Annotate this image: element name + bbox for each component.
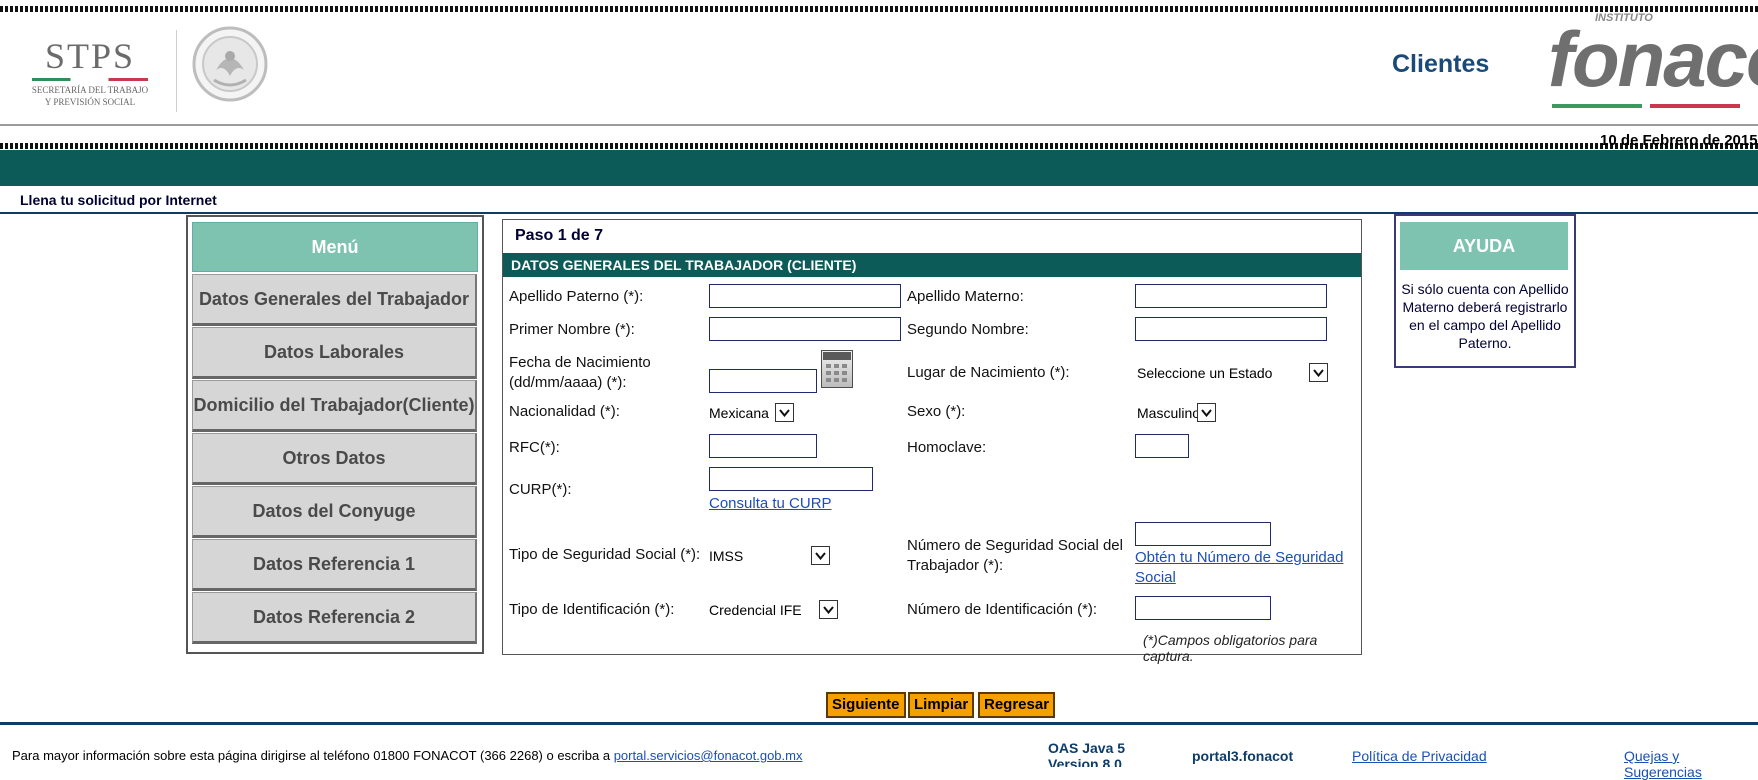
required-fields-note: (*)Campos obligatorios para captura.	[1143, 632, 1318, 664]
step-indicator: Paso 1 de 7	[515, 227, 604, 244]
primer-nombre-input[interactable]	[709, 317, 901, 341]
fonacot-logo-stripes	[1552, 104, 1740, 108]
footer-info-text: Para mayor información sobre esta página…	[12, 748, 614, 763]
fecha-nacimiento-label: Fecha de Nacimiento	[509, 354, 651, 371]
homoclave-label: Homoclave:	[907, 439, 987, 456]
menu-item-otros-datos[interactable]: Otros Datos	[192, 433, 477, 485]
menu-item-domicilio[interactable]: Domicilio del Trabajador(Cliente)	[192, 380, 477, 432]
lugar-nacimiento-select[interactable]: Seleccione un Estado	[1137, 363, 1272, 383]
num-seguridad-label: Número de Seguridad Social del	[907, 537, 1123, 554]
help-panel: AYUDA Si sólo cuenta con Apellido Matern…	[1394, 214, 1576, 368]
rfc-label: RFC(*):	[509, 439, 560, 456]
sexo-label: Sexo (*):	[907, 403, 966, 420]
rfc-input[interactable]	[709, 434, 817, 458]
segundo-nombre-input[interactable]	[1135, 317, 1327, 341]
oas-version: OAS Java 5 Version 8.0	[1048, 740, 1126, 767]
footer-info: Para mayor información sobre esta página…	[12, 748, 802, 763]
menu-heading: Menú	[192, 222, 478, 272]
tipo-identificacion-label: Tipo de Identificación (*):	[509, 601, 675, 618]
num-identificacion-input[interactable]	[1135, 596, 1271, 620]
nacionalidad-label: Nacionalidad (*):	[509, 403, 620, 420]
curp-label: CURP(*):	[509, 481, 572, 498]
tipo-seguridad-select[interactable]: IMSS	[709, 546, 743, 566]
section-header: DATOS GENERALES DEL TRABAJADOR (CLIENTE)	[503, 253, 1361, 277]
complaints-link[interactable]: Quejas y Sugerencias	[1624, 748, 1758, 780]
header-top-border	[0, 6, 1758, 12]
obten-nss-link[interactable]: Obtén tu Número de Seguridad	[1135, 548, 1343, 568]
curp-input[interactable]	[709, 467, 873, 491]
lugar-nacimiento-label: Lugar de Nacimiento (*):	[907, 364, 1070, 381]
num-seguridad-input[interactable]	[1135, 522, 1271, 546]
siguiente-button[interactable]: Siguiente	[826, 692, 906, 718]
menu-item-conyuge[interactable]: Datos del Conyuge	[192, 486, 477, 538]
form-panel: Paso 1 de 7 DATOS GENERALES DEL TRABAJAD…	[502, 219, 1362, 664]
menu-item-datos-generales[interactable]: Datos Generales del Trabajador	[192, 274, 477, 326]
num-seguridad-label-2: Trabajador (*):	[907, 557, 1004, 574]
segundo-nombre-label: Segundo Nombre:	[907, 321, 1029, 338]
menu-item-referencia-2[interactable]: Datos Referencia 2	[192, 592, 477, 644]
page-subtitle: Llena tu solicitud por Internet	[20, 192, 217, 208]
header-divider	[0, 124, 1758, 126]
nav-bar	[0, 150, 1758, 186]
logo-separator	[176, 30, 177, 112]
date-label: 10 de Febrero de 2015	[1600, 132, 1758, 149]
portal-label: portal3.fonacot	[1192, 748, 1294, 764]
consulta-curp-link[interactable]: Consulta tu CURP	[709, 494, 832, 514]
menu-item-datos-laborales[interactable]: Datos Laborales	[192, 327, 477, 379]
footer-email-link[interactable]: portal.servicios@fonacot.gob.mx	[614, 748, 803, 763]
chevron-down-icon[interactable]	[819, 600, 838, 619]
tipo-seguridad-label: Tipo de Seguridad Social (*):	[509, 546, 701, 563]
homoclave-input[interactable]	[1135, 434, 1189, 458]
chevron-down-icon[interactable]	[1309, 363, 1328, 382]
apellido-paterno-label: Apellido Paterno (*):	[509, 288, 644, 305]
chevron-down-icon[interactable]	[1197, 403, 1216, 422]
apellido-materno-input[interactable]	[1135, 284, 1327, 308]
stps-logo: STPS Secretaría del Trabajo y Previsión …	[31, 36, 149, 107]
chevron-down-icon[interactable]	[775, 403, 794, 422]
primer-nombre-label: Primer Nombre (*):	[509, 321, 635, 338]
chevron-down-icon[interactable]	[811, 546, 830, 565]
help-text: Si sólo cuenta con Apellido Materno debe…	[1401, 281, 1569, 351]
apellido-paterno-input[interactable]	[709, 284, 901, 308]
side-menu: Menú Datos Generales del Trabajador Dato…	[186, 215, 484, 654]
help-heading: AYUDA	[1400, 222, 1568, 270]
page-title: Clientes	[1392, 50, 1490, 78]
fecha-nacimiento-input[interactable]	[709, 369, 817, 393]
nacionalidad-select[interactable]: Mexicana	[709, 403, 769, 423]
obten-nss-link-2[interactable]: Social	[1135, 568, 1176, 588]
sexo-select[interactable]: Masculino	[1137, 403, 1200, 423]
limpiar-button[interactable]: Limpiar	[908, 692, 975, 718]
fonacot-logo: fonacot	[1548, 15, 1758, 103]
mexican-seal-icon	[190, 24, 270, 104]
regresar-button[interactable]: Regresar	[978, 692, 1056, 718]
tipo-identificacion-select[interactable]: Credencial IFE	[709, 600, 802, 620]
privacy-link[interactable]: Política de Privacidad	[1352, 748, 1487, 764]
footer-divider	[0, 722, 1758, 725]
header-bottom-border	[0, 143, 1758, 149]
apellido-materno-label: Apellido Materno:	[907, 288, 1024, 305]
fecha-nacimiento-format-label: (dd/mm/aaaa) (*):	[509, 374, 627, 391]
menu-item-referencia-1[interactable]: Datos Referencia 1	[192, 539, 477, 591]
num-identificacion-label: Número de Identificación (*):	[907, 601, 1098, 618]
calendar-icon[interactable]	[821, 350, 853, 388]
